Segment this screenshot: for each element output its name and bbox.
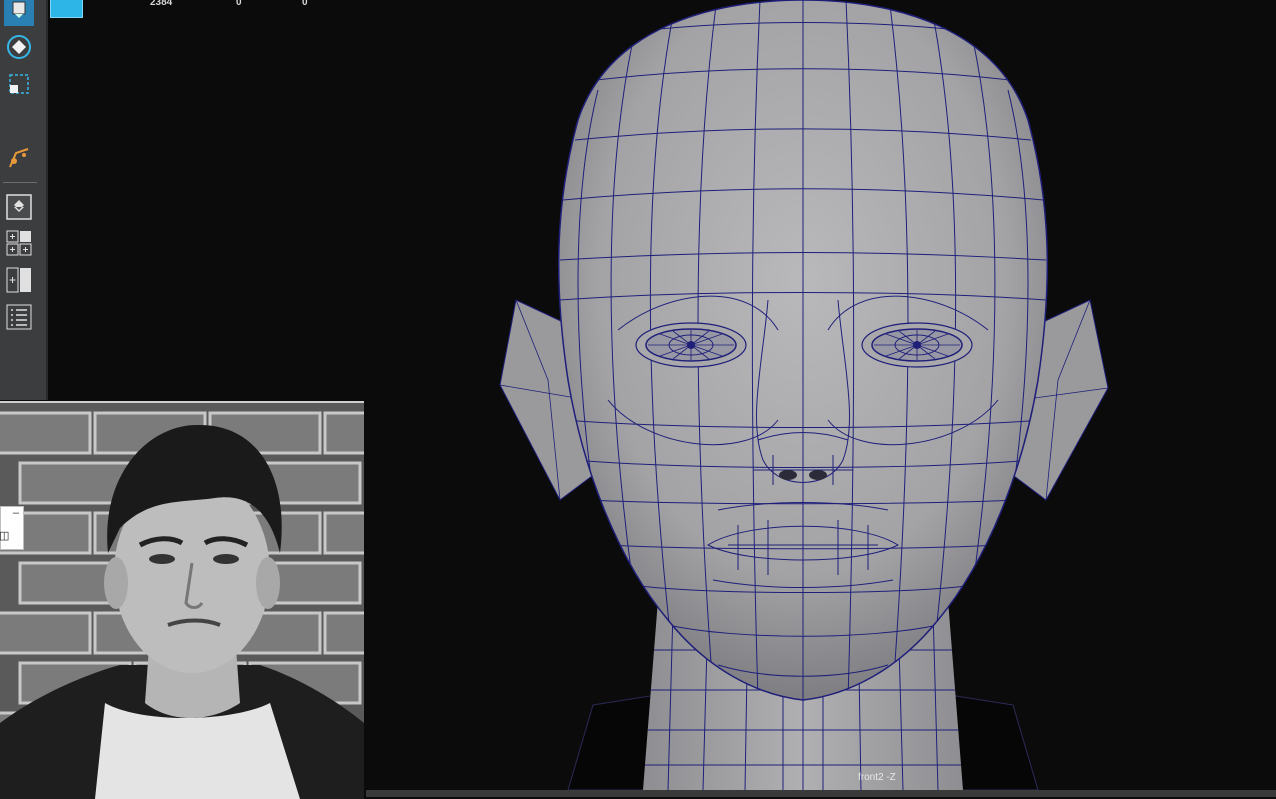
right-eye <box>861 322 973 368</box>
left-eye <box>635 322 747 368</box>
single-view-layout-icon[interactable] <box>4 192 34 222</box>
window-icon: ◫ <box>0 530 10 542</box>
reference-photo[interactable] <box>0 401 364 799</box>
minimize-button[interactable]: – <box>13 507 19 519</box>
tool-shelf <box>0 0 48 400</box>
two-view-layout-icon[interactable] <box>4 265 34 295</box>
rotate-tool-icon[interactable] <box>4 32 34 62</box>
move-tool-icon[interactable] <box>4 0 34 26</box>
floating-window-stub[interactable]: – ◫ <box>0 506 24 550</box>
viewport-bottom-bar <box>366 790 1276 797</box>
camera-label: front2 -Z <box>858 772 896 783</box>
outliner-layout-icon[interactable] <box>4 302 34 332</box>
scale-tool-icon[interactable] <box>4 69 34 99</box>
toolbar-divider <box>3 182 37 183</box>
soft-select-icon[interactable] <box>4 143 34 173</box>
four-view-layout-icon[interactable] <box>4 228 34 258</box>
